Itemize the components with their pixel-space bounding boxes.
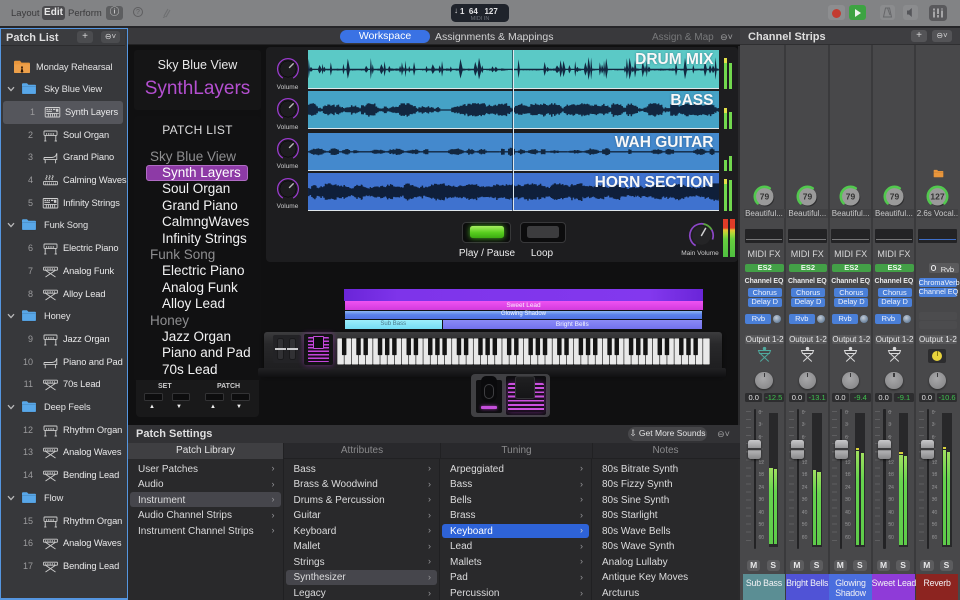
svg-text:79: 79: [759, 192, 769, 202]
svg-text:79: 79: [889, 192, 899, 202]
svg-text:79: 79: [803, 192, 813, 202]
svg-text:79: 79: [846, 192, 856, 202]
svg-text:127: 127: [930, 192, 944, 202]
